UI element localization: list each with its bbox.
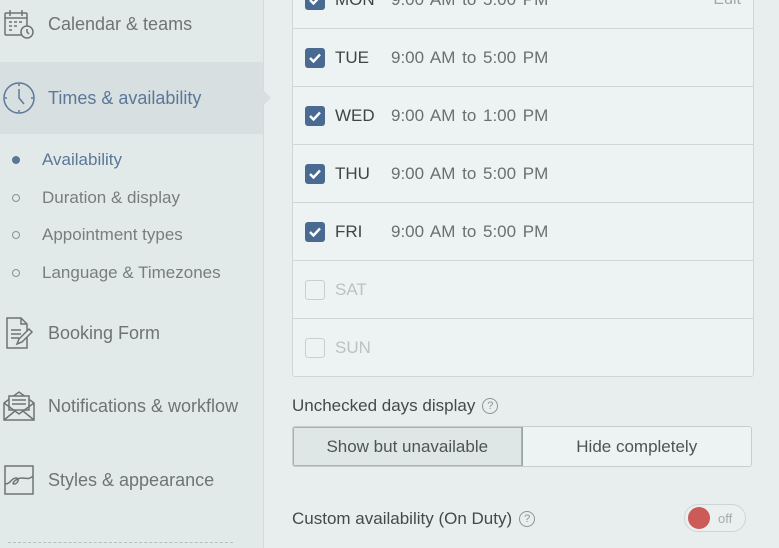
day-row-fri: FRI 9:00 AM to 5:00 PM: [293, 203, 753, 261]
subnav-label: Appointment types: [42, 225, 183, 244]
day-row-wed: WED 9:00 AM to 1:00 PM: [293, 87, 753, 145]
edit-link[interactable]: Edit: [713, 0, 741, 9]
envelope-icon: [2, 389, 36, 423]
checkbox-thu[interactable]: [305, 163, 325, 184]
sidebar-item-times-availability[interactable]: Times & availability: [0, 62, 271, 134]
sidebar-item-booking-form[interactable]: Booking Form: [0, 297, 263, 369]
sidebar-item-label: Times & availability: [48, 87, 202, 108]
day-label: TUE: [335, 47, 369, 67]
check-icon: [309, 169, 321, 179]
day-row-sun: SUN: [293, 319, 753, 376]
checkbox-fri[interactable]: [305, 221, 325, 242]
checkbox-mon[interactable]: [305, 0, 325, 10]
day-hours[interactable]: 9:00 AM to 1:00 PM: [391, 106, 548, 126]
checkbox-tue[interactable]: [305, 47, 325, 68]
bullet-icon: [12, 156, 20, 164]
unchecked-days-segmented-control: Show but unavailable Hide completely: [292, 426, 752, 467]
check-icon: [309, 227, 321, 237]
checkbox-sat[interactable]: [305, 279, 325, 300]
day-label: THU: [335, 163, 370, 183]
sidebar-item-calendar-teams[interactable]: Calendar & teams: [0, 0, 263, 60]
bullet-icon: [12, 194, 20, 202]
help-icon[interactable]: ?: [519, 511, 536, 527]
toggle-knob: [688, 507, 710, 529]
hide-completely-button[interactable]: Hide completely: [522, 427, 751, 466]
unchecked-days-display-label: Unchecked days display ?: [292, 396, 499, 416]
day-row-mon: MON 9:00 AM to 5:00 PM Edit: [293, 0, 753, 29]
check-icon: [309, 53, 321, 63]
day-label: WED: [335, 105, 375, 125]
show-but-unavailable-button[interactable]: Show but unavailable: [293, 427, 523, 466]
day-label: SUN: [335, 337, 371, 357]
check-icon: [309, 111, 321, 121]
subnav-label: Language & Timezones: [42, 263, 221, 282]
checkbox-sun[interactable]: [305, 337, 325, 358]
day-hours[interactable]: 9:00 AM to 5:00 PM: [391, 222, 548, 242]
subnav-item-availability[interactable]: Availability: [0, 143, 122, 177]
subnav-item-appointment-types[interactable]: Appointment types: [0, 218, 183, 252]
custom-availability-toggle[interactable]: off: [684, 504, 746, 532]
sidebar-item-label: Styles & appearance: [48, 469, 215, 490]
toggle-state-label: off: [718, 510, 733, 526]
sidebar: Calendar & teams Times & availability Av…: [0, 0, 271, 548]
subnav-item-language-timezones[interactable]: Language & Timezones: [0, 256, 221, 290]
sidebar-item-label: Calendar & teams: [48, 13, 193, 34]
day-row-tue: TUE 9:00 AM to 5:00 PM: [293, 29, 753, 87]
day-hours[interactable]: 9:00 AM to 5:00 PM: [391, 164, 548, 184]
divider: [8, 542, 233, 543]
day-label: MON: [335, 0, 391, 10]
form-edit-icon: [2, 316, 36, 350]
help-icon[interactable]: ?: [482, 398, 499, 414]
sidebar-item-notifications-workflow[interactable]: Notifications & workflow: [0, 370, 263, 442]
checkbox-wed[interactable]: [305, 105, 325, 126]
clock-icon: [2, 81, 36, 115]
sidebar-item-label: Notifications & workflow: [48, 395, 239, 416]
styles-icon: [2, 463, 36, 497]
day-hours: 9:00 AM to 5:00 PM: [391, 0, 548, 10]
bullet-icon: [12, 231, 20, 239]
calendar-clock-icon: [2, 7, 36, 41]
day-row-sat: SAT: [293, 261, 753, 319]
day-hours[interactable]: 9:00 AM to 5:00 PM: [391, 48, 548, 68]
subnav-label: Duration & display: [42, 188, 180, 207]
check-icon: [309, 0, 318, 5]
label-text: Unchecked days display: [292, 396, 476, 415]
sidebar-item-label: Booking Form: [48, 322, 161, 343]
bullet-icon: [12, 269, 20, 277]
weekday-schedule: MON 9:00 AM to 5:00 PM Edit TUE 9:00 AM …: [292, 0, 754, 377]
label-text: Custom availability (On Duty): [292, 509, 513, 528]
day-row-thu: THU 9:00 AM to 5:00 PM: [293, 145, 753, 203]
custom-availability-label: Custom availability (On Duty) ?: [292, 509, 536, 529]
subnav-label: Availability: [42, 150, 123, 169]
day-label: SAT: [335, 279, 367, 299]
subnav-item-duration-display[interactable]: Duration & display: [0, 181, 180, 215]
day-label: FRI: [335, 221, 363, 241]
sidebar-item-styles-appearance[interactable]: Styles & appearance: [0, 444, 263, 516]
